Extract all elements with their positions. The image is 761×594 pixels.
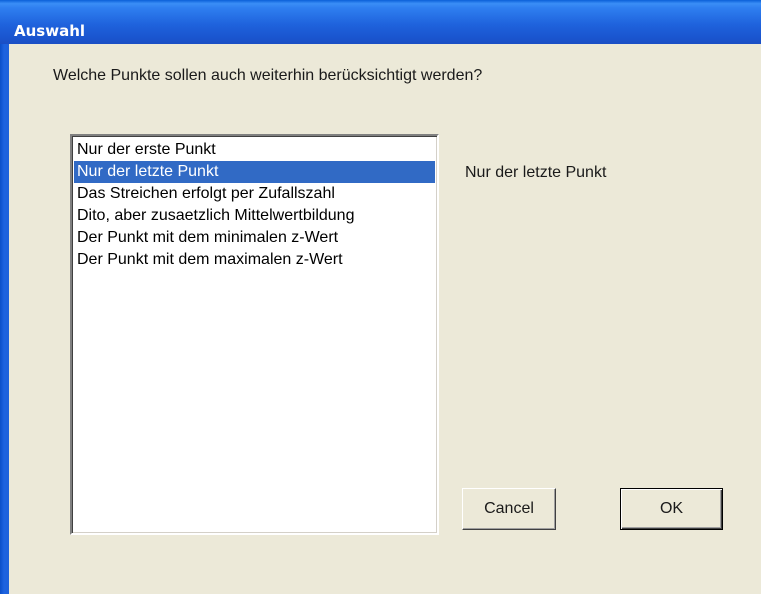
ok-button[interactable]: OK xyxy=(620,488,723,530)
window-left-border xyxy=(0,44,9,594)
cancel-button[interactable]: Cancel xyxy=(462,488,556,530)
title-bar[interactable]: Auswahl xyxy=(0,0,761,44)
list-item-nur-der-letzte-punkt[interactable]: Nur der letzte Punkt xyxy=(74,161,435,183)
list-item-nur-der-erste-punkt[interactable]: Nur der erste Punkt xyxy=(74,139,435,161)
options-listbox[interactable]: Nur der erste Punkt Nur der letzte Punkt… xyxy=(70,134,439,535)
list-item-streichen-zufallszahl[interactable]: Das Streichen erfolgt per Zufallszahl xyxy=(74,183,435,205)
question-label: Welche Punkte sollen auch weiterhin berü… xyxy=(53,67,483,84)
auswahl-window: Auswahl Welche Punkte sollen auch weiter… xyxy=(0,0,761,594)
dialog-body: Welche Punkte sollen auch weiterhin berü… xyxy=(9,44,761,594)
list-item-dito-mittelwertbildung[interactable]: Dito, aber zusaetzlich Mittelwertbildung xyxy=(74,205,435,227)
list-item-minimaler-z-wert[interactable]: Der Punkt mit dem minimalen z-Wert xyxy=(74,227,435,249)
window-title: Auswahl xyxy=(14,22,86,40)
selected-option-label: Nur der letzte Punkt xyxy=(465,164,607,181)
list-item-maximaler-z-wert[interactable]: Der Punkt mit dem maximalen z-Wert xyxy=(74,249,435,271)
